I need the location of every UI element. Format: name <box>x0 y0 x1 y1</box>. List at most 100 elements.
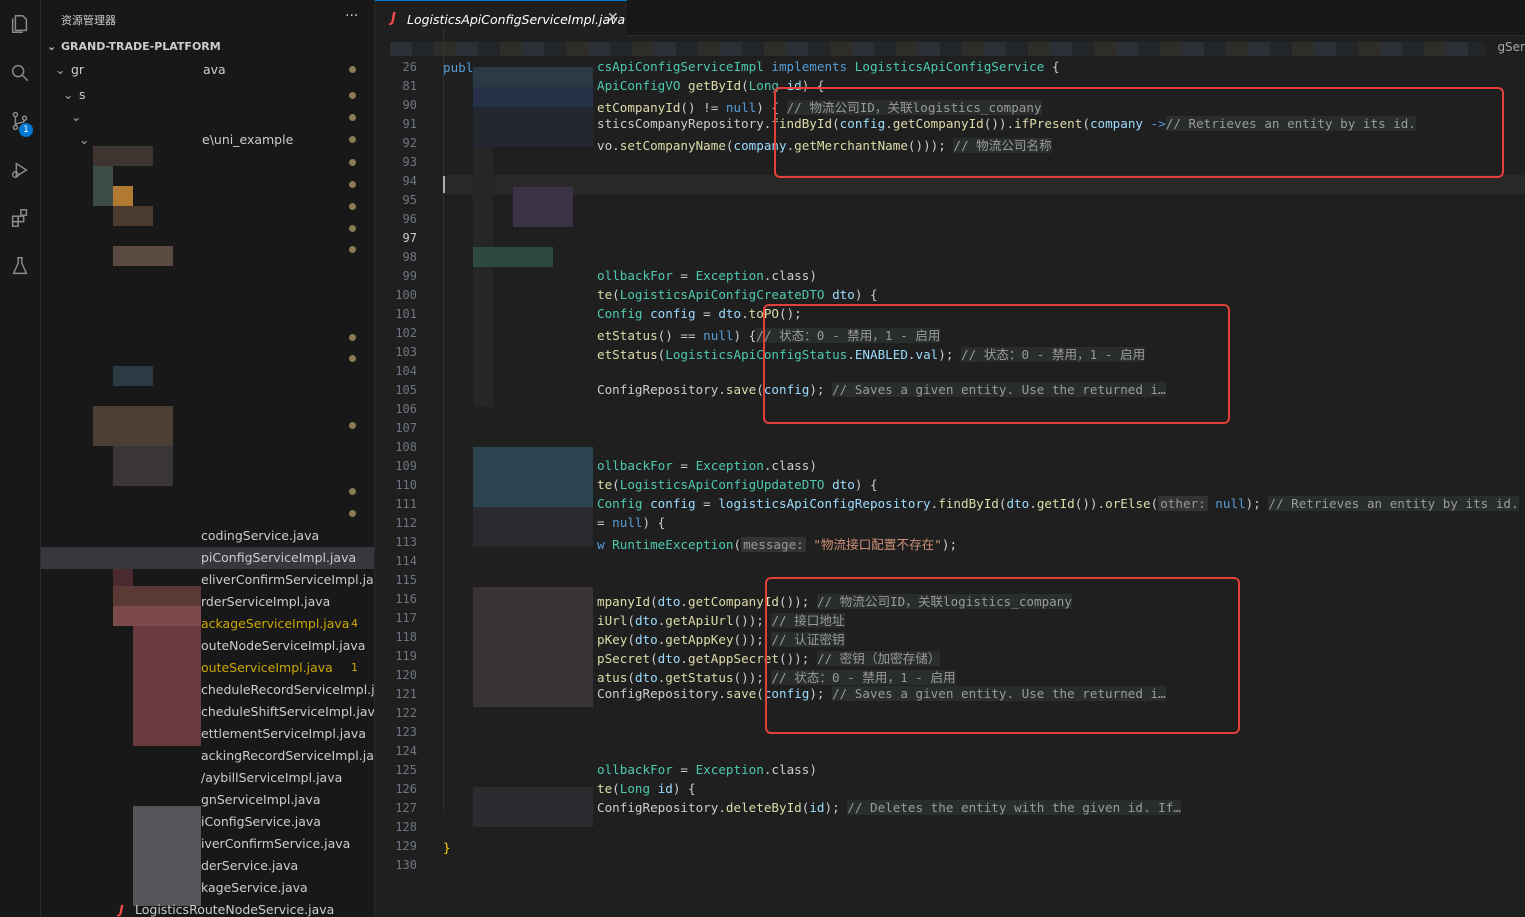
file-item[interactable]: iConfigService.java <box>41 811 374 833</box>
modified-dot <box>349 488 356 495</box>
code-token: . <box>1029 496 1037 511</box>
file-item[interactable]: codingService.java <box>41 525 374 547</box>
code-token: null <box>612 515 643 530</box>
code-token: ) { <box>854 287 878 302</box>
search-icon[interactable] <box>6 59 34 87</box>
code-line-100: te(LogisticsApiConfigCreateDTO dto) { <box>597 287 878 302</box>
close-icon[interactable]: ✕ <box>607 10 619 26</box>
run-debug-icon[interactable] <box>6 156 34 184</box>
code-token: config <box>650 306 696 321</box>
line-number: 123 <box>395 725 417 739</box>
code-line-110: te(LogisticsApiConfigUpdateDTO dto) { <box>597 477 878 492</box>
file-name: kageService.java <box>201 880 308 895</box>
breadcrumb[interactable]: gSer <box>375 36 1525 58</box>
file-item[interactable]: ackageServiceImpl.java 4 <box>41 613 374 635</box>
chevron-down-icon: ⌄ <box>79 132 90 147</box>
code-token: ( <box>998 496 1007 511</box>
modified-dot <box>349 246 356 253</box>
highlight-box <box>763 304 1230 424</box>
highlight-box <box>765 577 1240 734</box>
code-token: pKey <box>597 632 628 647</box>
code-token: ) { <box>672 781 696 796</box>
redacted-area <box>93 406 173 446</box>
code-token: ( <box>612 477 620 492</box>
code-token: setCompanyName <box>619 138 726 153</box>
problem-count-badge: 1 <box>351 661 358 674</box>
code-line-99: ollbackFor = Exception.class) <box>597 268 817 283</box>
file-item[interactable]: gnServiceImpl.java <box>41 789 374 811</box>
line-number: 114 <box>395 554 417 568</box>
code-token: w <box>597 537 613 552</box>
file-item[interactable]: piConfigServiceImpl.java <box>41 547 374 569</box>
line-number: 116 <box>395 592 417 606</box>
file-name: rderServiceImpl.java <box>201 594 331 609</box>
indent-guide <box>443 28 444 810</box>
code-token: id <box>809 800 825 815</box>
line-number: 97 <box>402 231 417 245</box>
project-root[interactable]: ⌄ GRAND-TRADE-PLATFORM <box>47 40 221 53</box>
code-token: deleteById <box>725 800 802 815</box>
file-item[interactable]: iverConfirmService.java <box>41 833 374 855</box>
file-item[interactable]: ackingRecordServiceImpl.java <box>41 745 374 767</box>
tree-item-label-suffix: ava <box>203 62 226 77</box>
code-token: Exception <box>695 458 764 473</box>
file-name: iverConfirmService.java <box>201 836 351 851</box>
line-number: 103 <box>395 345 417 359</box>
code-token: ApiConfigVO <box>597 78 688 93</box>
code-line-109: ollbackFor = Exception.class) <box>597 458 817 473</box>
line-number: 119 <box>395 649 417 663</box>
code-token: ( <box>627 670 635 685</box>
tree-item[interactable]: ⌄ s <box>41 84 374 106</box>
code-token: () == <box>657 328 704 343</box>
code-token: ) { <box>854 477 878 492</box>
line-number: 102 <box>395 326 417 340</box>
modified-dot <box>349 422 356 429</box>
code-prefix: publ <box>443 60 474 75</box>
file-item[interactable]: eliverConfirmServiceImpl.java <box>41 569 374 591</box>
file-item[interactable]: ettlementServiceImpl.java <box>41 723 374 745</box>
file-item[interactable]: kageService.java <box>41 877 374 899</box>
files-icon[interactable] <box>6 10 34 38</box>
modified-dot <box>349 203 356 210</box>
line-number: 99 <box>402 269 417 283</box>
file-item[interactable]: outeServiceImpl.java 1 <box>41 657 374 679</box>
tree-item[interactable]: ⌄ <box>41 106 374 128</box>
code-token: { <box>1044 59 1060 74</box>
code-token: ConfigRepository. <box>597 382 726 397</box>
code-token: Config <box>597 496 651 511</box>
code-token: orElse <box>1105 496 1151 511</box>
file-item[interactable]: cheduleRecordServiceImpl.ja... <box>41 679 374 701</box>
code-token: ( <box>733 537 742 552</box>
file-name: cheduleShiftServiceImpl.java <box>201 704 375 719</box>
file-item[interactable]: cheduleShiftServiceImpl.java <box>41 701 374 723</box>
code-token: other: <box>1158 496 1208 511</box>
line-number: 98 <box>402 250 417 264</box>
file-item[interactable]: outeNodeServiceImpl.java <box>41 635 374 657</box>
file-item[interactable]: derService.java <box>41 855 374 877</box>
file-item[interactable]: rderServiceImpl.java <box>41 591 374 613</box>
tree-item[interactable]: ⌄ e\uni_example <box>41 129 374 151</box>
code-token: getId <box>1036 496 1075 511</box>
code-line-127: ConfigRepository.deleteById(id); // Dele… <box>597 800 1181 815</box>
tree-item[interactable]: ⌄ gr ava <box>41 59 374 81</box>
redacted-code <box>473 587 593 707</box>
testing-icon[interactable] <box>6 252 34 280</box>
text-caret <box>443 176 445 193</box>
line-number: 109 <box>395 459 417 473</box>
file-item[interactable]: /aybillServiceImpl.java <box>41 767 374 789</box>
file-item[interactable]: J LogisticsRouteNodeService.java <box>41 899 374 917</box>
tab-logistics-api-config-service-impl[interactable]: J LogisticsApiConfigServiceImpl.java ✕ <box>375 0 627 36</box>
code-token: vo. <box>597 138 620 153</box>
line-number: 127 <box>395 801 417 815</box>
redacted-code <box>473 147 493 407</box>
code-token: ConfigRepository. <box>597 800 726 815</box>
code-token: LogisticsApiConfigUpdateDTO <box>619 477 825 492</box>
extensions-icon[interactable] <box>6 204 34 232</box>
code-token: () != <box>680 100 726 115</box>
code-token: . <box>680 594 689 609</box>
more-actions-icon[interactable]: ··· <box>345 8 358 24</box>
code-token: ) { <box>642 515 666 530</box>
code-token: etStatus <box>597 347 658 362</box>
code-token: dto <box>657 594 681 609</box>
